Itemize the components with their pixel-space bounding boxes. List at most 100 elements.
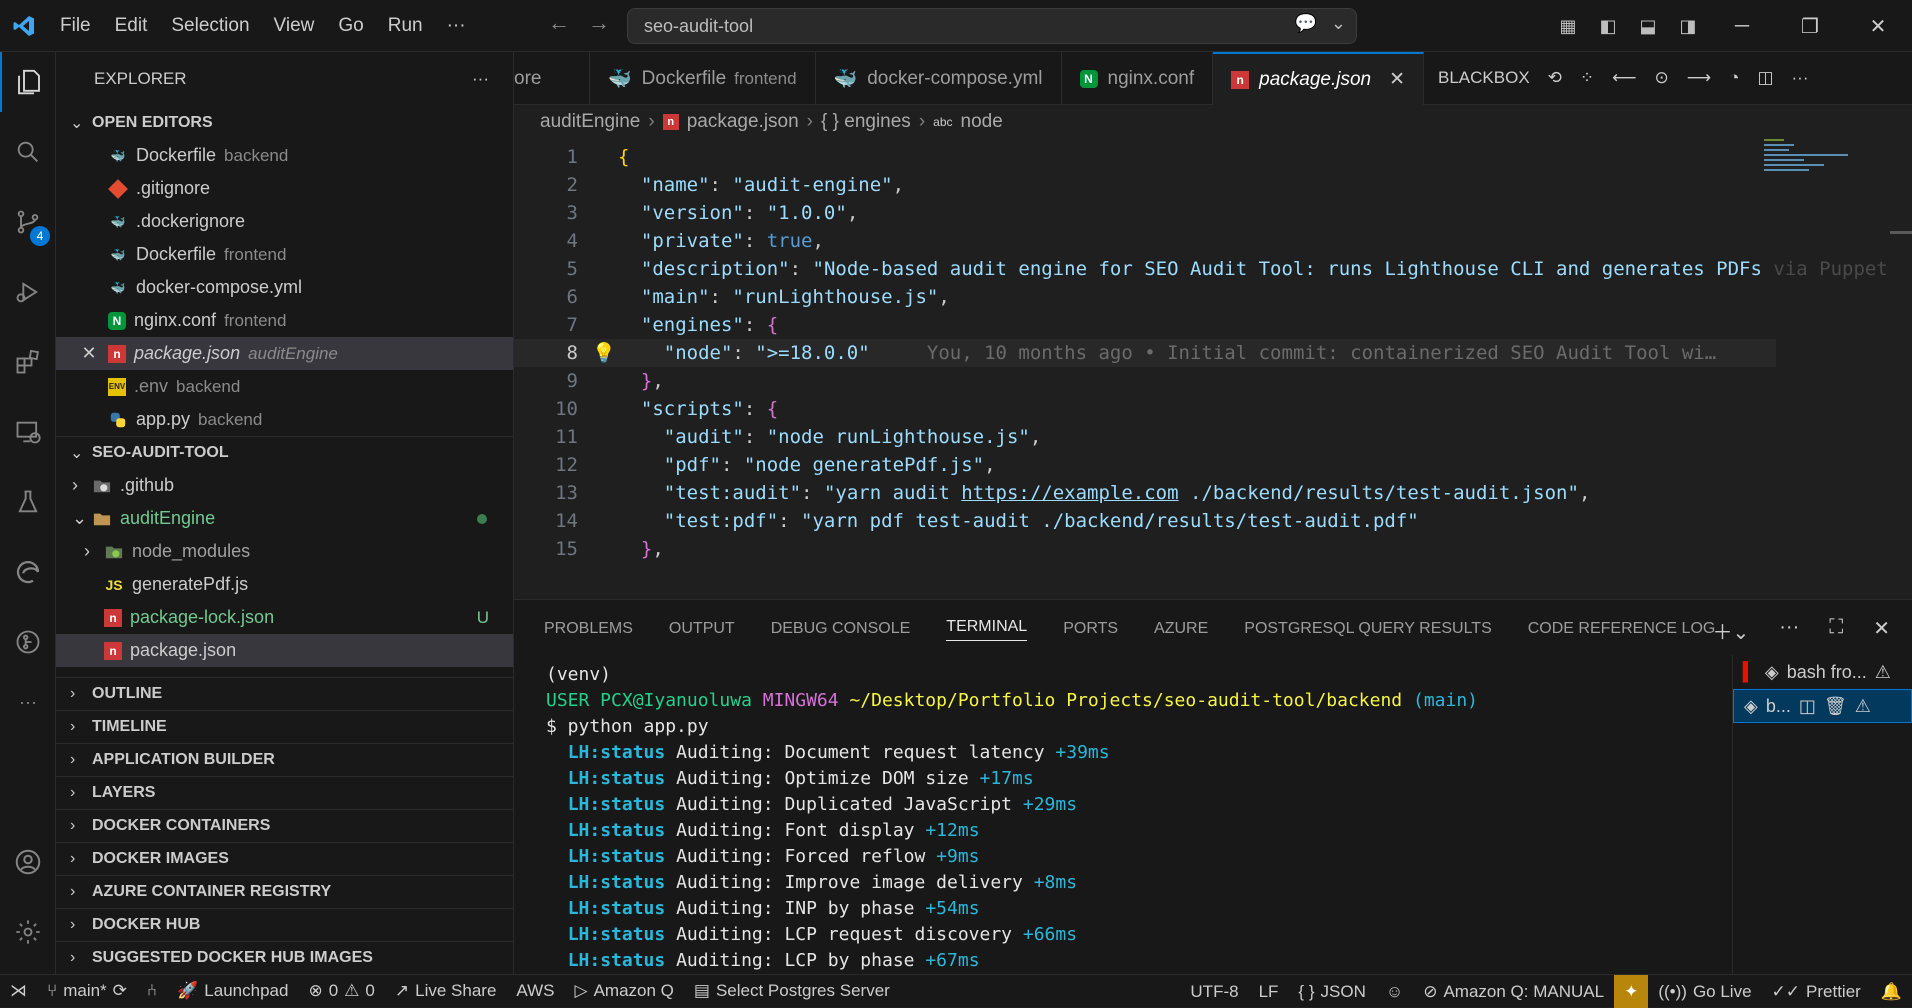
terminal-instance-selected[interactable]: ◈ b... ◫ 🗑 ⚠ bbox=[1733, 689, 1912, 723]
blackbox-button[interactable]: BLACKBOX bbox=[1438, 68, 1530, 88]
tab-code-reference-log[interactable]: CODE REFERENCE LOG bbox=[1528, 620, 1716, 638]
history-icon[interactable]: ⟲ bbox=[1548, 68, 1562, 88]
settings-gear-icon[interactable] bbox=[0, 902, 56, 962]
suggested-docker-hub-images-header[interactable]: › SUGGESTED DOCKER HUB IMAGES bbox=[56, 941, 513, 974]
open-editor-item-active[interactable]: ✕ n package.json auditEngine bbox=[56, 337, 513, 370]
remote-explorer-icon[interactable] bbox=[0, 402, 56, 462]
restore-button[interactable]: ❐ bbox=[1776, 14, 1844, 39]
minimap[interactable] bbox=[1764, 139, 1864, 199]
more-actions-icon[interactable]: ··· bbox=[472, 52, 489, 106]
breadcrumb-folder[interactable]: auditEngine bbox=[540, 111, 640, 133]
problems-status[interactable]: ⊗ 0 ⚠ 0 bbox=[298, 975, 384, 1008]
docker-containers-header[interactable]: › DOCKER CONTAINERS bbox=[56, 809, 513, 842]
close-panel-icon[interactable]: ✕ bbox=[1873, 616, 1890, 645]
tab-nginx-conf[interactable]: N nginx.conf bbox=[1062, 52, 1214, 105]
menu-run[interactable]: Run bbox=[376, 0, 435, 52]
more-actions-icon[interactable]: ··· bbox=[1779, 616, 1799, 645]
next-change-icon[interactable]: ⟶ bbox=[1687, 68, 1711, 88]
explorer-icon[interactable] bbox=[0, 52, 56, 112]
outline-header[interactable]: › OUTLINE bbox=[56, 677, 513, 710]
previous-change-icon[interactable]: ⟵ bbox=[1612, 68, 1636, 88]
open-editor-item[interactable]: .gitignore bbox=[56, 172, 513, 205]
gitlens-compare-icon[interactable]: ◔ bbox=[1729, 68, 1739, 88]
search-icon[interactable] bbox=[0, 122, 56, 182]
more-views-icon[interactable]: ··· bbox=[0, 672, 56, 732]
tree-file[interactable]: n package-lock.json U bbox=[56, 601, 513, 634]
layers-header[interactable]: › LAYERS bbox=[56, 776, 513, 809]
source-control-icon[interactable]: 4 bbox=[0, 192, 56, 252]
trash-icon[interactable]: 🗑 bbox=[1824, 696, 1847, 717]
maximize-panel-icon[interactable]: ⛶ bbox=[1829, 616, 1843, 645]
project-header[interactable]: ⌄ SEO-AUDIT-TOOL bbox=[56, 436, 513, 469]
tab-truncated[interactable]: ore bbox=[514, 52, 590, 105]
gitlens-icon[interactable] bbox=[0, 612, 56, 672]
git-graph-icon[interactable]: ⑃ bbox=[137, 975, 167, 1008]
tab-postgresql-query-results[interactable]: POSTGRESQL QUERY RESULTS bbox=[1244, 620, 1491, 638]
split-terminal-icon[interactable]: ◫ bbox=[1799, 696, 1816, 717]
minimize-button[interactable]: ─ bbox=[1708, 15, 1776, 38]
tree-file-selected[interactable]: n package.json bbox=[56, 634, 513, 667]
tab-ports[interactable]: PORTS bbox=[1063, 620, 1118, 638]
docker-hub-header[interactable]: › DOCKER HUB bbox=[56, 908, 513, 941]
commit-icon[interactable]: ⊙ bbox=[1655, 68, 1669, 88]
extensions-icon[interactable] bbox=[0, 332, 56, 392]
grid-icon[interactable]: ⁘ bbox=[1580, 68, 1594, 88]
copilot-icon[interactable]: ☺ bbox=[1376, 975, 1413, 1008]
code-editor[interactable]: 1{ 2 "name": "audit-engine", 3 "version"… bbox=[514, 139, 1912, 599]
open-editor-item[interactable]: 🐳 .dockerignore bbox=[56, 205, 513, 238]
aws-status[interactable]: AWS bbox=[506, 975, 564, 1008]
notifications-bell-icon[interactable]: 🔔 bbox=[1871, 975, 1912, 1008]
terminal-output[interactable]: (venv) USER PCX@Iyanuoluwa MINGW64 ~/Des… bbox=[546, 662, 1676, 974]
open-editor-item[interactable]: N nginx.conf frontend bbox=[56, 304, 513, 337]
remote-indicator-icon[interactable]: ⋊ bbox=[0, 975, 37, 1008]
breadcrumb-file[interactable]: package.json bbox=[687, 111, 799, 133]
command-center-search[interactable]: seo-audit-tool 💬 ⌄ bbox=[627, 8, 1357, 44]
timeline-header[interactable]: › TIMELINE bbox=[56, 710, 513, 743]
menu-edit[interactable]: Edit bbox=[103, 0, 160, 52]
tab-dockerfile-frontend[interactable]: 🐳 Dockerfile frontend bbox=[590, 52, 816, 105]
sync-icon[interactable]: ⟳ bbox=[113, 981, 127, 1001]
tab-problems[interactable]: PROBLEMS bbox=[544, 620, 633, 638]
live-share-status[interactable]: ↗ Live Share bbox=[385, 975, 507, 1008]
tree-folder-node-modules[interactable]: › node_modules bbox=[56, 535, 513, 568]
close-icon[interactable]: ✕ bbox=[70, 343, 108, 364]
toggle-sidebar-icon[interactable]: ◧ bbox=[1588, 16, 1628, 37]
go-live-status[interactable]: ((•)) Go Live bbox=[1648, 975, 1761, 1008]
forward-arrow-icon[interactable]: → bbox=[588, 10, 610, 36]
amazon-q-status[interactable]: ▷ Amazon Q bbox=[565, 975, 684, 1008]
terminal-instance[interactable]: ▍ ◈ bash fro... ⚠ bbox=[1733, 655, 1912, 689]
tab-package-json[interactable]: n package.json ✕ bbox=[1213, 52, 1425, 105]
back-arrow-icon[interactable]: ← bbox=[548, 10, 570, 36]
more-actions-icon[interactable]: ··· bbox=[1792, 68, 1809, 88]
lightbulb-icon[interactable]: 💡 bbox=[592, 339, 616, 367]
chat-icon[interactable]: 💬 bbox=[1294, 13, 1316, 34]
azure-container-registry-header[interactable]: › AZURE CONTAINER REGISTRY bbox=[56, 875, 513, 908]
tab-azure[interactable]: AZURE bbox=[1154, 620, 1208, 638]
toggle-panel-icon[interactable]: ⬓ bbox=[1628, 16, 1668, 37]
amazon-q-manual-status[interactable]: ⊘ Amazon Q: MANUAL bbox=[1413, 975, 1614, 1008]
tab-terminal[interactable]: TERMINAL bbox=[946, 618, 1028, 641]
toggle-secondary-sidebar-icon[interactable]: ◨ bbox=[1668, 16, 1708, 37]
blackbox-status-icon[interactable]: ✦ bbox=[1614, 975, 1649, 1008]
accounts-icon[interactable] bbox=[0, 832, 56, 892]
open-editor-item[interactable]: 🐳 Dockerfile backend bbox=[56, 139, 513, 172]
open-editor-item[interactable]: 🐳 docker-compose.yml bbox=[56, 271, 513, 304]
new-terminal-icon[interactable]: ＋⌄ bbox=[1712, 616, 1749, 645]
breadcrumb-object[interactable]: { } engines bbox=[821, 111, 911, 133]
branch-status[interactable]: ⑂ main* ⟳ bbox=[37, 975, 137, 1008]
testing-icon[interactable] bbox=[0, 472, 56, 532]
tab-debug-console[interactable]: DEBUG CONSOLE bbox=[771, 620, 911, 638]
encoding-status[interactable]: UTF-8 bbox=[1180, 975, 1248, 1008]
tree-folder-github[interactable]: › .github bbox=[56, 469, 513, 502]
prettier-status[interactable]: ✓✓ Prettier bbox=[1762, 975, 1871, 1008]
open-editor-item[interactable]: 🐳 Dockerfile frontend bbox=[56, 238, 513, 271]
edge-devtools-icon[interactable] bbox=[0, 542, 56, 602]
close-window-button[interactable]: ✕ bbox=[1844, 14, 1912, 39]
language-status[interactable]: { } JSON bbox=[1288, 975, 1375, 1008]
open-editor-item[interactable]: app.py backend bbox=[56, 403, 513, 436]
tab-docker-compose[interactable]: 🐳 docker-compose.yml bbox=[816, 52, 1062, 105]
run-debug-icon[interactable] bbox=[0, 262, 56, 322]
chevron-down-icon[interactable]: ⌄ bbox=[1331, 13, 1346, 34]
menu-go[interactable]: Go bbox=[326, 0, 375, 52]
split-editor-icon[interactable]: ◫ bbox=[1757, 68, 1773, 88]
